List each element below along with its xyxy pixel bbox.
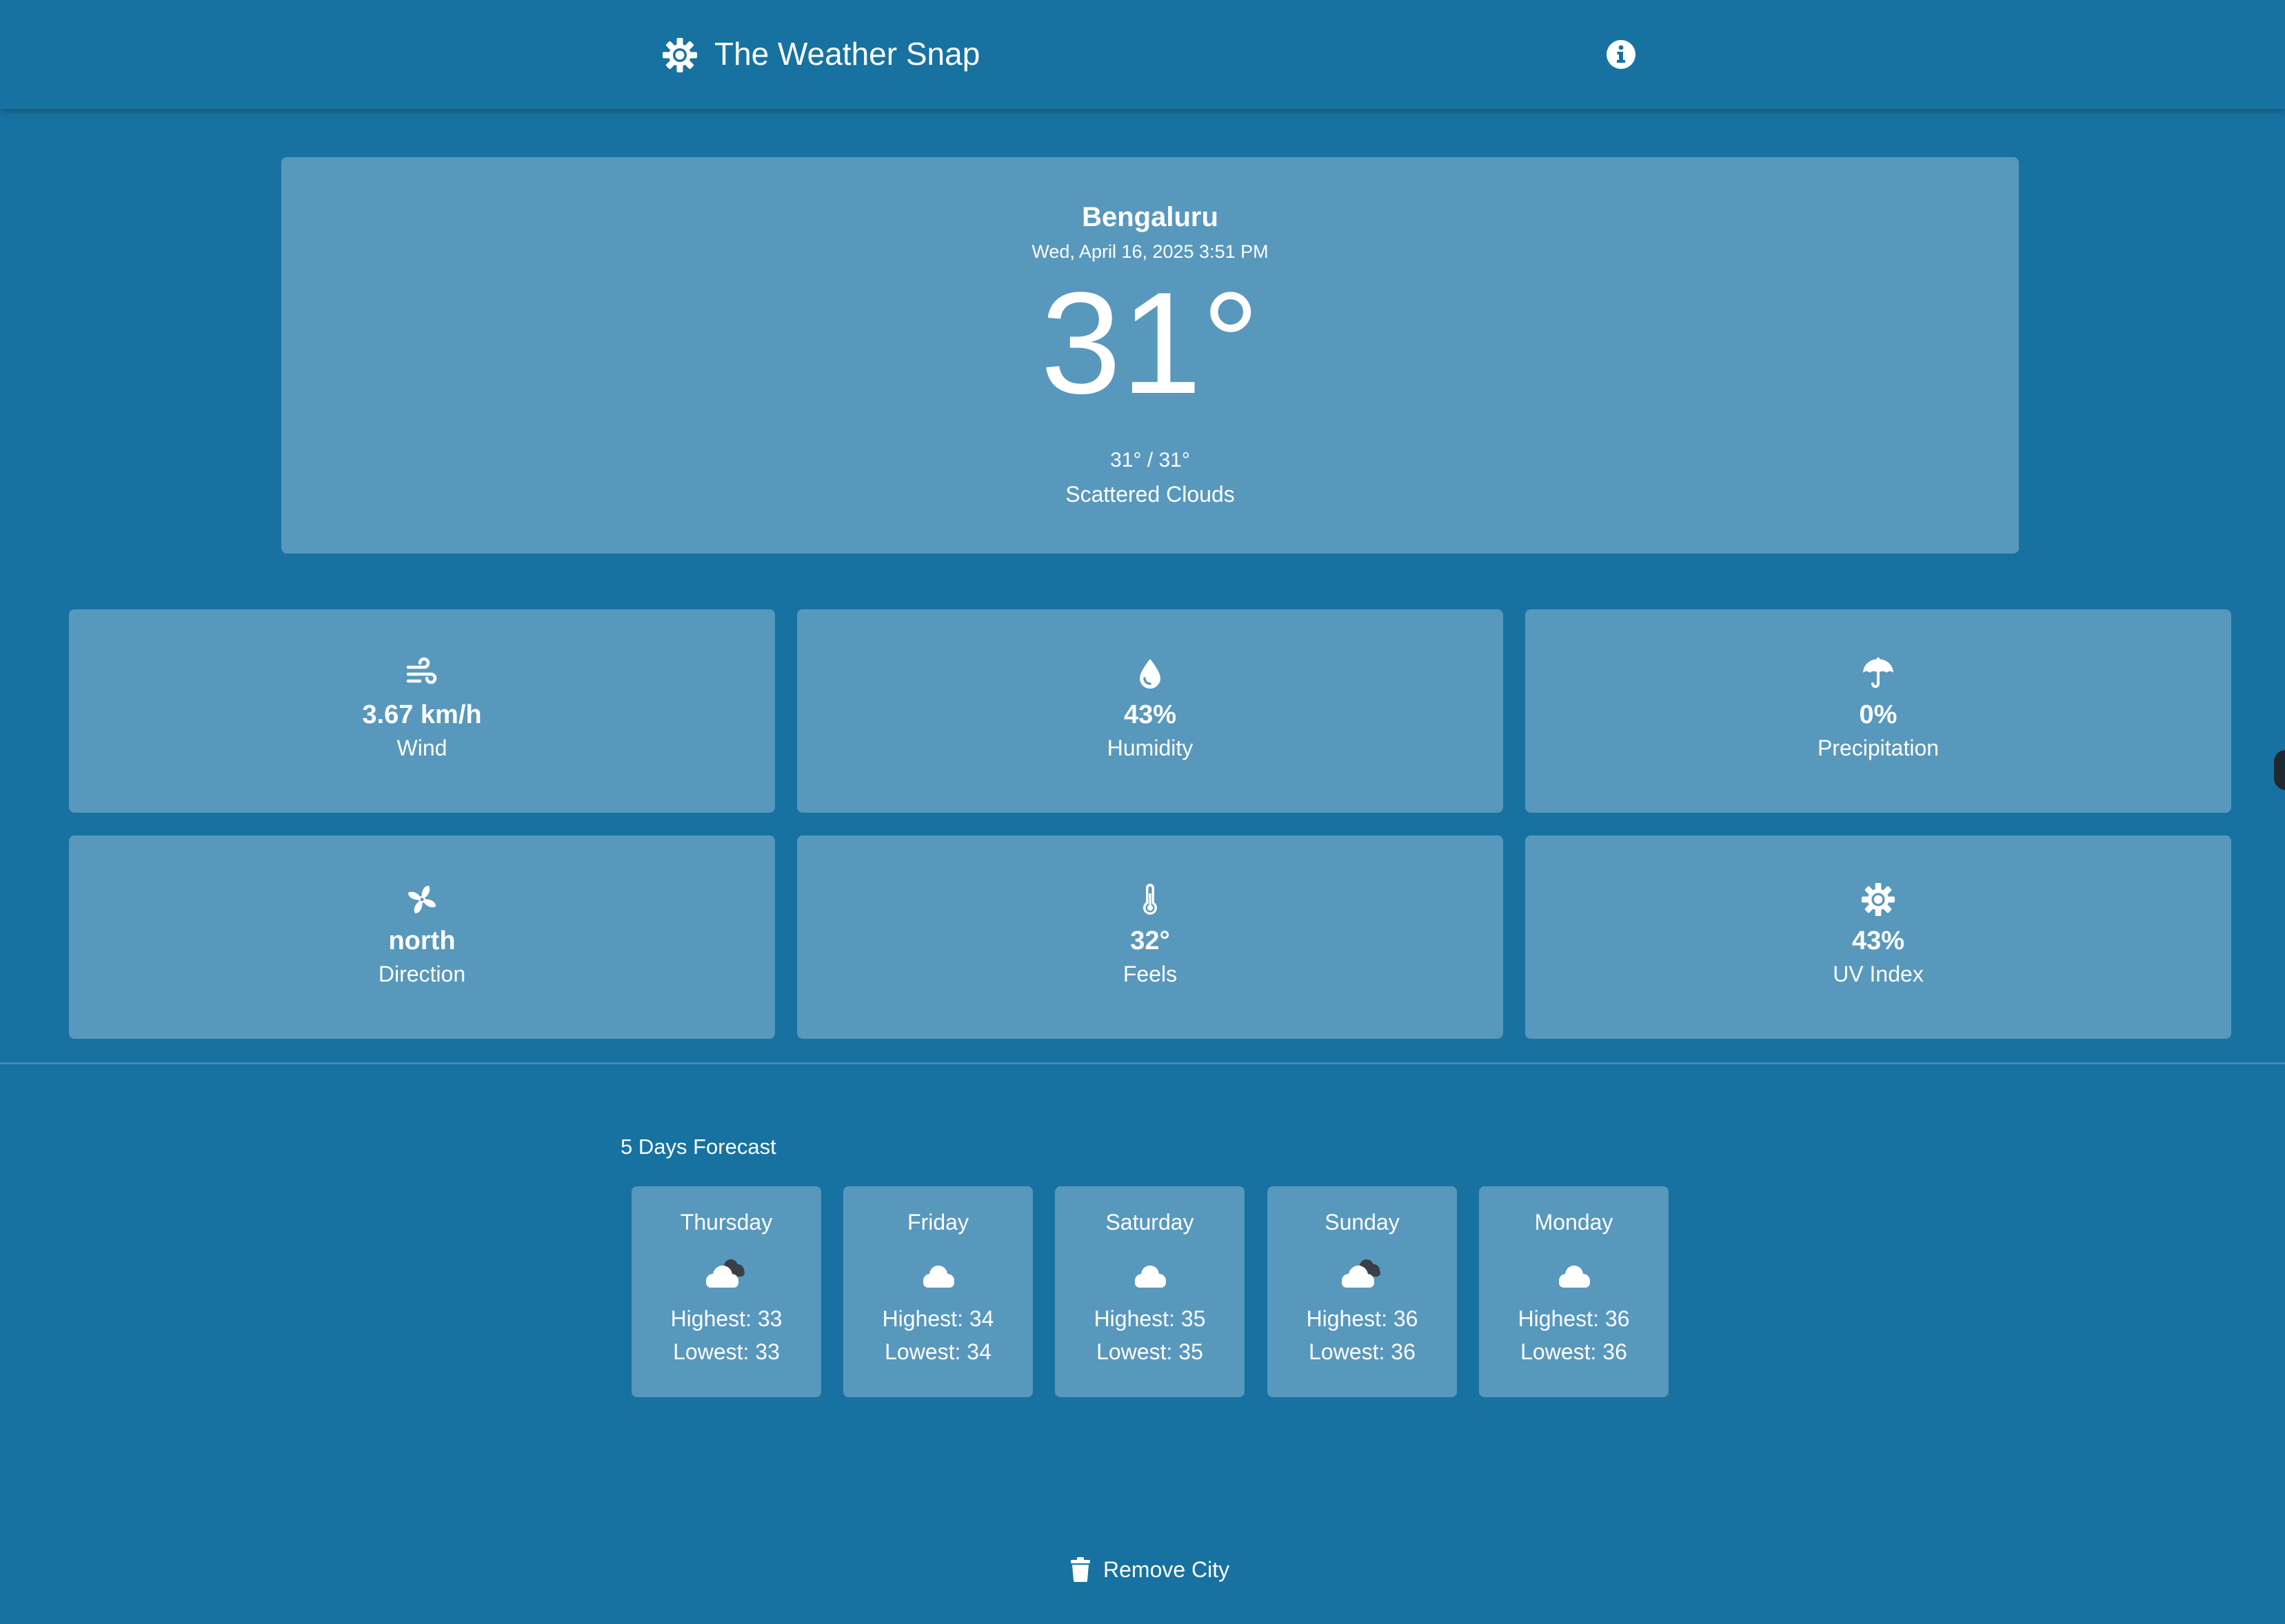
info-circle-icon[interactable] [1605, 39, 1637, 70]
forecast-title: 5 Days Forecast [621, 1135, 776, 1159]
forecast-day-card: Thursday Highest: 33 Lowest: 33 [632, 1186, 821, 1397]
feels-value: 32° [1130, 926, 1170, 955]
uv-index-label: UV Index [1833, 962, 1924, 986]
forecast-day-low: Lowest: 35 [1096, 1339, 1203, 1364]
temperature-range: 31° / 31° [1110, 449, 1190, 471]
city-name: Bengaluru [1082, 202, 1218, 232]
forecast-day-name: Saturday [1105, 1210, 1194, 1235]
current-datetime: Wed, April 16, 2025 3:51 PM [1031, 241, 1269, 262]
forecast-day-high: Highest: 36 [1518, 1306, 1630, 1331]
direction-value: north [388, 926, 456, 955]
forecast-day-low: Lowest: 34 [885, 1339, 991, 1364]
wind-card: 3.67 km/h Wind [69, 609, 775, 813]
current-temperature: 31° [1040, 262, 1260, 424]
wind-icon [406, 657, 437, 684]
fan-icon [408, 886, 436, 913]
current-weather-card: Bengaluru Wed, April 16, 2025 3:51 PM 31… [281, 157, 2019, 554]
remove-city-label: Remove City [1103, 1557, 1230, 1582]
remove-city-button[interactable]: Remove City [1070, 1554, 1229, 1585]
cloud-icon [1559, 1266, 1590, 1288]
forecast-day-name: Friday [907, 1210, 969, 1235]
uv-index-value: 43% [1851, 926, 1905, 955]
forecast-day-low: Lowest: 33 [673, 1339, 780, 1364]
direction-card: north Direction [69, 835, 775, 1039]
forecast-day-high: Highest: 35 [1094, 1306, 1206, 1331]
feels-card: 32° Feels [797, 835, 1503, 1039]
uv-index-card: 43% UV Index [1525, 835, 2231, 1039]
precipitation-label: Precipitation [1817, 735, 1940, 760]
thermometer-icon [1143, 884, 1157, 915]
wind-label: Wind [396, 735, 447, 760]
trash-icon [1071, 1557, 1090, 1582]
forecast-day-low: Lowest: 36 [1309, 1339, 1416, 1364]
cloud-dark-icon [1342, 1259, 1380, 1288]
section-divider [0, 1062, 2285, 1064]
feels-label: Feels [1123, 962, 1178, 986]
forecast-day-card: Monday Highest: 36 Lowest: 36 [1479, 1186, 1669, 1397]
humidity-value: 43% [1123, 700, 1177, 729]
floating-handle[interactable] [2274, 750, 2285, 790]
cloud-dark-icon [706, 1259, 745, 1288]
humidity-card: 43% Humidity [797, 609, 1503, 813]
precipitation-value: 0% [1859, 700, 1898, 729]
forecast-day-card: Saturday Highest: 35 Lowest: 35 [1055, 1186, 1245, 1397]
forecast-day-name: Sunday [1325, 1210, 1400, 1235]
umbrella-icon [1863, 658, 1893, 688]
forecast-day-name: Thursday [680, 1210, 773, 1235]
forecast-day-card: Sunday Highest: 36 Lowest: 36 [1267, 1186, 1457, 1397]
forecast-day-high: Highest: 33 [670, 1306, 783, 1331]
app-title: The Weather Snap [714, 36, 980, 72]
forecast-day-high: Highest: 36 [1306, 1306, 1418, 1331]
precipitation-card: 0% Precipitation [1525, 609, 2231, 813]
cloud-icon [923, 1266, 954, 1288]
forecast-day-low: Lowest: 36 [1520, 1339, 1627, 1364]
cloud-icon [1135, 1266, 1166, 1288]
forecast-day-card: Friday Highest: 34 Lowest: 34 [843, 1186, 1033, 1397]
forecast-day-high: Highest: 34 [882, 1306, 994, 1331]
sun-icon [1861, 882, 1895, 917]
app-header: The Weather Snap [0, 0, 2285, 109]
sun-gear-icon [663, 38, 697, 72]
wind-value: 3.67 km/h [362, 700, 482, 729]
humidity-label: Humidity [1107, 735, 1194, 760]
weather-condition: Scattered Clouds [1065, 482, 1235, 507]
direction-label: Direction [378, 962, 466, 986]
forecast-day-name: Monday [1534, 1210, 1613, 1235]
water-drop-icon [1140, 659, 1160, 689]
